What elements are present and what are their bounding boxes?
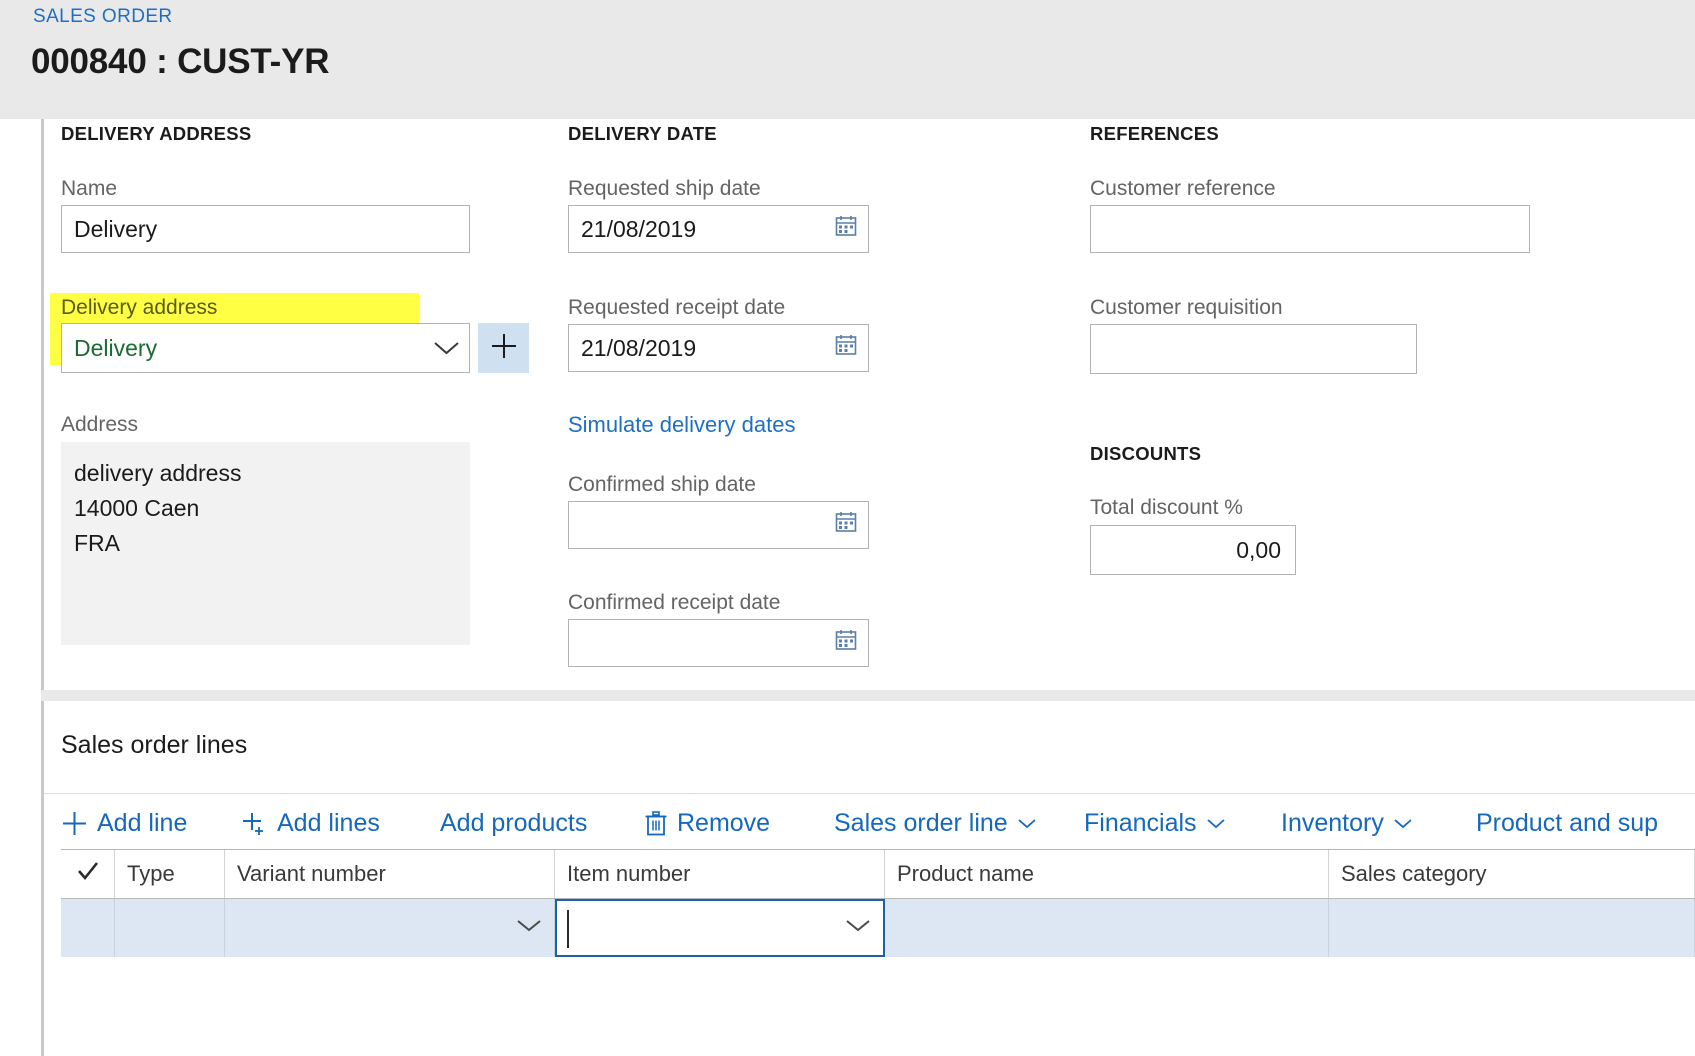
simulate-delivery-dates-link[interactable]: Simulate delivery dates [568, 412, 795, 438]
chevron-down-icon [1017, 817, 1037, 829]
requested-receipt-date-field[interactable]: 21/08/2019 [568, 324, 869, 372]
sales-order-lines-grid: Type Variant number Item number Product … [61, 849, 1695, 957]
grid-header-variant-number[interactable]: Variant number [225, 850, 555, 898]
remove-label: Remove [677, 808, 771, 837]
sales-order-page: SALES ORDER 000840 : CUST-YR DELIVERY AD… [0, 0, 1695, 1056]
lines-toolbar: Add line Add lines Add products Remove S… [44, 793, 1695, 849]
inventory-menu[interactable]: Inventory [1281, 802, 1413, 844]
breadcrumb[interactable]: SALES ORDER [33, 6, 173, 28]
sales-order-line-label: Sales order line [834, 808, 1008, 837]
discounts-section-title: DISCOUNTS [1090, 443, 1202, 464]
sales-order-lines-title: Sales order lines [61, 731, 248, 759]
name-value: Delivery [74, 215, 158, 242]
add-lines-label: Add lines [277, 808, 380, 837]
financials-label: Financials [1084, 808, 1197, 837]
add-lines-button[interactable]: Add lines [241, 802, 380, 844]
page-title: 000840 : CUST-YR [31, 42, 330, 81]
delivery-address-combobox[interactable]: Delivery [61, 323, 470, 373]
trash-icon [644, 810, 668, 837]
add-products-label: Add products [440, 808, 588, 837]
total-discount-label: Total discount % [1090, 496, 1243, 519]
customer-reference-label: Customer reference [1090, 177, 1276, 200]
customer-reference-field[interactable] [1090, 205, 1530, 253]
order-header-card: DELIVERY ADDRESS Name Delivery Delivery … [41, 119, 1695, 701]
product-and-supply-menu[interactable]: Product and sup [1476, 802, 1658, 844]
checkmark-icon [76, 859, 100, 889]
chevron-down-icon[interactable] [845, 918, 871, 938]
requested-ship-date-field[interactable]: 21/08/2019 [568, 205, 869, 253]
total-discount-value: 0,00 [1236, 536, 1281, 563]
grid-header-row: Type Variant number Item number Product … [61, 849, 1695, 899]
calendar-icon[interactable] [834, 333, 858, 363]
add-products-button[interactable]: Add products [440, 802, 587, 844]
address-line-3: FRA [74, 529, 120, 556]
total-discount-field[interactable]: 0,00 [1090, 525, 1296, 575]
chevron-down-icon [1393, 817, 1413, 829]
grid-header-product-name[interactable]: Product name [885, 850, 1329, 898]
address-line-1: delivery address [74, 460, 242, 486]
cell-item-number[interactable] [555, 899, 885, 957]
requested-receipt-date-label: Requested receipt date [568, 296, 786, 319]
financials-menu[interactable]: Financials [1084, 802, 1226, 844]
delivery-date-section-title: DELIVERY DATE [568, 123, 717, 144]
page-header: SALES ORDER 000840 : CUST-YR [0, 0, 1695, 119]
grid-header-select-all[interactable] [61, 850, 115, 898]
address-readonly-box: delivery address 14000 Caen FRA [61, 442, 470, 645]
table-row[interactable] [61, 899, 1695, 957]
sales-order-lines-card: Sales order lines Add line Add lines Add… [41, 701, 1695, 1056]
product-and-supply-label: Product and sup [1476, 808, 1659, 837]
chevron-down-icon[interactable] [423, 340, 469, 356]
cell-variant-number[interactable] [225, 899, 555, 957]
row-select-cell[interactable] [61, 899, 115, 957]
text-caret [567, 910, 569, 948]
confirmed-ship-date-field[interactable] [568, 501, 869, 549]
requested-ship-date-value: 21/08/2019 [581, 215, 697, 242]
plus-icon [488, 330, 520, 367]
cell-sales-category[interactable] [1329, 899, 1695, 957]
requested-ship-date-label: Requested ship date [568, 177, 761, 200]
add-lines-icon [241, 810, 268, 837]
confirmed-receipt-date-field[interactable] [568, 619, 869, 667]
references-section-title: REFERENCES [1090, 123, 1219, 144]
sales-order-line-menu[interactable]: Sales order line [834, 802, 1037, 844]
confirmed-receipt-date-label: Confirmed receipt date [568, 591, 781, 614]
grid-header-sales-category[interactable]: Sales category [1329, 850, 1695, 898]
chevron-down-icon [1206, 817, 1226, 829]
delivery-address-value: Delivery [74, 334, 158, 361]
delivery-address-label: Delivery address [61, 296, 218, 319]
grid-header-item-number[interactable]: Item number [555, 850, 885, 898]
address-line-2: 14000 Caen [74, 494, 200, 521]
calendar-icon[interactable] [834, 510, 858, 540]
name-label: Name [61, 177, 118, 200]
customer-requisition-label: Customer requisition [1090, 296, 1283, 319]
add-line-button[interactable]: Add line [61, 802, 187, 844]
confirmed-ship-date-label: Confirmed ship date [568, 473, 756, 496]
delivery-address-section-title: DELIVERY ADDRESS [61, 123, 252, 144]
calendar-icon[interactable] [834, 214, 858, 244]
plus-icon [61, 810, 88, 837]
inventory-label: Inventory [1281, 808, 1384, 837]
requested-receipt-date-value: 21/08/2019 [581, 334, 697, 361]
calendar-icon[interactable] [834, 628, 858, 658]
remove-button[interactable]: Remove [644, 802, 770, 844]
cell-type[interactable] [115, 899, 225, 957]
cell-product-name[interactable] [885, 899, 1329, 957]
grid-header-type[interactable]: Type [115, 850, 225, 898]
add-delivery-address-button[interactable] [478, 323, 529, 373]
address-label: Address [61, 413, 139, 436]
name-field[interactable]: Delivery [61, 205, 470, 253]
chevron-down-icon[interactable] [516, 918, 542, 938]
customer-requisition-field[interactable] [1090, 324, 1417, 374]
add-line-label: Add line [97, 808, 188, 837]
